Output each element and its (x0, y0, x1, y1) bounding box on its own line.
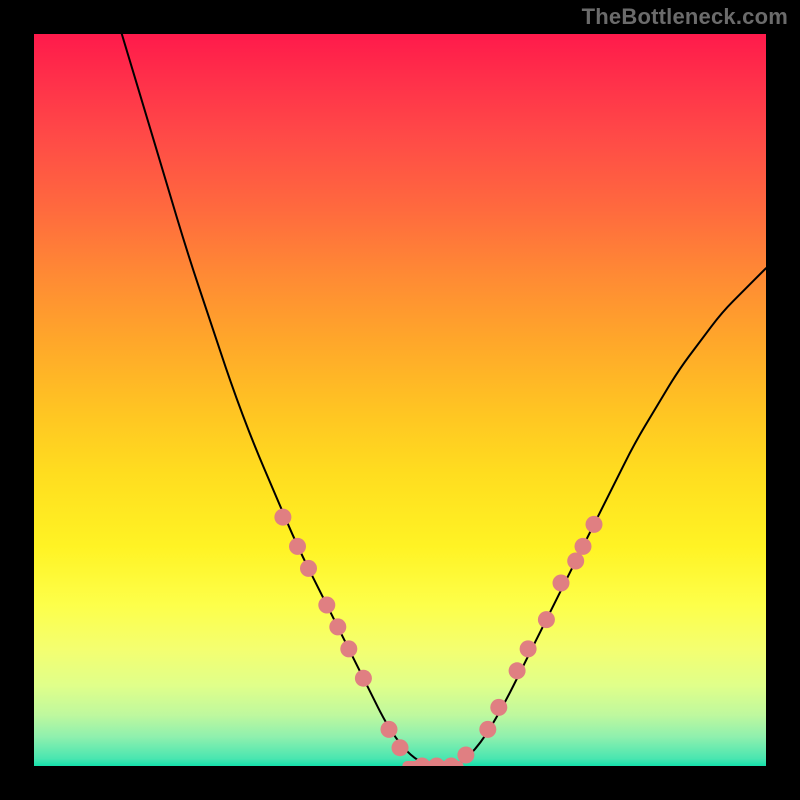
chart-data-dot (586, 516, 603, 533)
chart-data-dot (329, 618, 346, 635)
chart-data-dot (457, 747, 474, 764)
chart-data-dot (520, 640, 537, 657)
chart-data-dot (355, 670, 372, 687)
chart-data-dot (289, 538, 306, 555)
chart-data-dot (575, 538, 592, 555)
watermark-text: TheBottleneck.com (582, 4, 788, 30)
chart-data-dot (318, 597, 335, 614)
chart-data-dot (538, 611, 555, 628)
chart-data-dot (553, 575, 570, 592)
chart-plot-area (34, 34, 766, 766)
chart-data-dot (340, 640, 357, 657)
chart-data-dot (490, 699, 507, 716)
chart-data-dot (392, 739, 409, 756)
chart-data-dot (274, 509, 291, 526)
chart-data-dot (381, 721, 398, 738)
chart-data-dot (567, 553, 584, 570)
chart-data-dot (479, 721, 496, 738)
chart-curve (122, 34, 766, 766)
chart-data-dot (509, 662, 526, 679)
chart-data-dots (274, 509, 602, 766)
chart-data-dot (300, 560, 317, 577)
